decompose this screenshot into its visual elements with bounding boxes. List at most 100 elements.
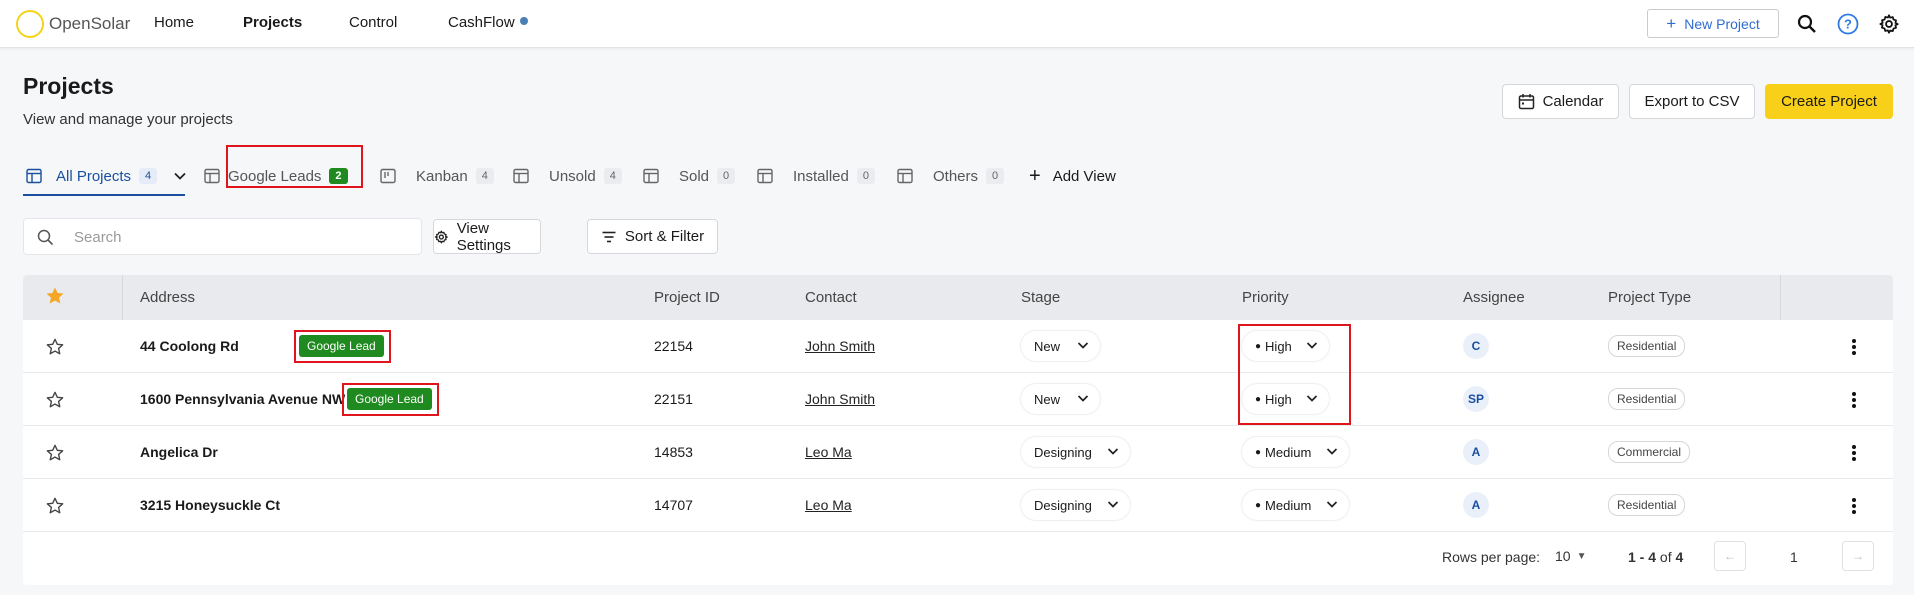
table-header: Address Project ID Contact Stage Priorit… bbox=[23, 275, 1893, 320]
caret-down-icon: ▼ bbox=[1576, 550, 1587, 562]
help-icon[interactable]: ? bbox=[1835, 11, 1861, 37]
avatar[interactable]: A bbox=[1463, 492, 1489, 518]
row-contact-link[interactable]: Leo Ma bbox=[805, 497, 852, 513]
priority-dropdown[interactable]: ● Medium bbox=[1242, 490, 1349, 520]
sort-filter-button[interactable]: Sort & Filter bbox=[587, 219, 718, 254]
star-outline-icon[interactable] bbox=[46, 497, 64, 515]
column-header-priority[interactable]: Priority bbox=[1242, 289, 1289, 306]
priority-dropdown[interactable]: ● Medium bbox=[1242, 437, 1349, 467]
star-outline-icon[interactable] bbox=[46, 391, 64, 409]
add-view-button[interactable]: + Add View bbox=[1029, 155, 1116, 197]
column-divider bbox=[122, 275, 123, 320]
tab-sold[interactable]: Sold 0 bbox=[643, 155, 736, 197]
stage-dropdown[interactable]: New bbox=[1021, 331, 1100, 361]
nav-projects[interactable]: Projects bbox=[243, 14, 302, 31]
tab-unsold[interactable]: Unsold 4 bbox=[513, 155, 622, 197]
table-row[interactable]: Angelica Dr 14853 Leo Ma Designing ● Med… bbox=[23, 426, 1893, 479]
row-address[interactable]: Angelica Dr bbox=[140, 444, 218, 460]
tab-others[interactable]: Others 0 bbox=[897, 155, 1005, 197]
row-contact-link[interactable]: Leo Ma bbox=[805, 444, 852, 460]
row-address[interactable]: 3215 Honeysuckle Ct bbox=[140, 497, 280, 513]
table-view-icon bbox=[757, 168, 773, 184]
arrow-right-icon: → bbox=[1852, 549, 1864, 563]
chevron-down-icon[interactable] bbox=[173, 169, 187, 183]
nav-cashflow[interactable]: CashFlow bbox=[448, 14, 528, 31]
column-header-address[interactable]: Address bbox=[140, 289, 195, 306]
rows-per-page-label: Rows per page: bbox=[1442, 549, 1541, 565]
search-box[interactable] bbox=[23, 218, 422, 255]
search-icon bbox=[37, 229, 54, 246]
kanban-icon bbox=[380, 168, 396, 184]
column-header-project-type[interactable]: Project Type bbox=[1608, 289, 1691, 306]
column-header-assignee[interactable]: Assignee bbox=[1463, 289, 1525, 306]
star-outline-icon[interactable] bbox=[46, 338, 64, 356]
row-contact-link[interactable]: John Smith bbox=[805, 338, 875, 354]
stage-dropdown[interactable]: Designing bbox=[1021, 437, 1130, 467]
tab-count: 4 bbox=[603, 168, 622, 184]
stage-dropdown[interactable]: Designing bbox=[1021, 490, 1130, 520]
plus-icon: + bbox=[1666, 13, 1677, 33]
avatar[interactable]: SP bbox=[1463, 386, 1489, 412]
row-address[interactable]: 1600 Pennsylvania Avenue NW bbox=[140, 391, 345, 407]
chevron-down-icon bbox=[1107, 448, 1119, 455]
arrow-left-icon: ← bbox=[1724, 549, 1736, 563]
more-options-icon[interactable] bbox=[1844, 388, 1864, 412]
calendar-button[interactable]: Calendar bbox=[1502, 84, 1619, 119]
bullet-icon: ● bbox=[1255, 499, 1262, 511]
projects-table: Address Project ID Contact Stage Priorit… bbox=[23, 275, 1893, 585]
logo-text: OpenSolar bbox=[49, 14, 131, 33]
star-filled-icon[interactable] bbox=[45, 286, 65, 306]
search-input[interactable] bbox=[74, 227, 404, 247]
avatar[interactable]: C bbox=[1463, 333, 1489, 359]
tab-all-projects[interactable]: All Projects 4 bbox=[26, 155, 187, 197]
chevron-down-icon bbox=[1077, 395, 1089, 402]
highlight-box bbox=[1238, 324, 1351, 425]
column-header-stage[interactable]: Stage bbox=[1021, 289, 1060, 306]
calendar-icon bbox=[1518, 94, 1534, 110]
logo-sun-icon bbox=[16, 10, 44, 38]
more-options-icon[interactable] bbox=[1844, 494, 1864, 518]
table-view-icon bbox=[513, 168, 529, 184]
row-contact-link[interactable]: John Smith bbox=[805, 391, 875, 407]
project-type-badge: Residential bbox=[1608, 335, 1686, 357]
table-row[interactable]: 1600 Pennsylvania Avenue NW Google Lead … bbox=[23, 373, 1893, 426]
export-csv-button[interactable]: Export to CSV bbox=[1629, 84, 1755, 119]
chevron-down-icon bbox=[1107, 501, 1119, 508]
create-project-button[interactable]: Create Project bbox=[1765, 84, 1893, 119]
view-settings-button[interactable]: View Settings bbox=[433, 219, 541, 254]
more-options-icon[interactable] bbox=[1844, 441, 1864, 465]
stage-dropdown[interactable]: New bbox=[1021, 384, 1100, 414]
tab-installed[interactable]: Installed 0 bbox=[757, 155, 875, 197]
active-tab-indicator bbox=[23, 194, 185, 196]
page-title: Projects bbox=[23, 73, 114, 99]
star-outline-icon[interactable] bbox=[46, 444, 64, 462]
table-view-icon bbox=[26, 168, 42, 184]
table-view-icon bbox=[643, 168, 659, 184]
table-view-icon bbox=[204, 168, 220, 184]
pagination-range: 1 - 4 of 4 bbox=[1628, 549, 1684, 565]
column-header-contact[interactable]: Contact bbox=[805, 289, 857, 306]
next-page-button[interactable]: → bbox=[1842, 541, 1874, 571]
prev-page-button[interactable]: ← bbox=[1714, 541, 1746, 571]
chevron-down-icon bbox=[1077, 342, 1089, 349]
chevron-down-icon bbox=[1326, 448, 1338, 455]
search-icon[interactable] bbox=[1794, 11, 1820, 37]
row-project-id: 14853 bbox=[654, 444, 693, 460]
rows-per-page-select[interactable]: 10 ▼ bbox=[1555, 548, 1586, 564]
tab-count: 0 bbox=[986, 168, 1005, 184]
gear-icon[interactable] bbox=[1876, 11, 1902, 37]
new-project-button[interactable]: + New Project bbox=[1647, 9, 1779, 38]
column-header-project-id[interactable]: Project ID bbox=[654, 289, 720, 306]
nav-home[interactable]: Home bbox=[154, 14, 194, 31]
opensolar-logo[interactable]: OpenSolar bbox=[16, 10, 130, 38]
chevron-down-icon bbox=[1326, 501, 1338, 508]
row-address[interactable]: 44 Coolong Rd bbox=[140, 338, 239, 354]
tab-kanban[interactable]: Kanban 4 bbox=[380, 155, 494, 197]
tab-count: 4 bbox=[139, 168, 158, 184]
table-row[interactable]: 3215 Honeysuckle Ct 14707 Leo Ma Designi… bbox=[23, 479, 1893, 532]
current-page[interactable]: 1 bbox=[1790, 549, 1798, 565]
more-options-icon[interactable] bbox=[1844, 335, 1864, 359]
avatar[interactable]: A bbox=[1463, 439, 1489, 465]
tab-count: 0 bbox=[856, 168, 875, 184]
nav-control[interactable]: Control bbox=[349, 14, 397, 31]
